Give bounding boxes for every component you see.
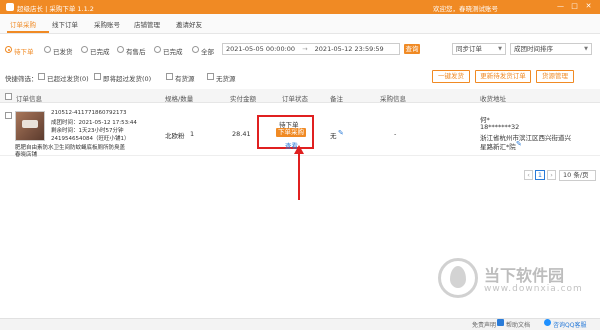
date-separator: → [302, 45, 308, 53]
spec-value: 北欧粉 [165, 132, 185, 140]
prev-page-button[interactable]: ‹ [524, 170, 533, 180]
product-image-detail [22, 120, 38, 128]
tab-order-purchase[interactable]: 订单采购 [10, 19, 36, 29]
user-greeting[interactable]: 欢迎您，春晓测试账号 [433, 3, 498, 13]
chevron-down-icon: ▼ [498, 46, 502, 52]
tab-bar [0, 14, 600, 34]
one-click-ship-button[interactable]: 一键发货 [432, 70, 470, 83]
app-title: 超级店长 | 采购下单 1.1.2 [17, 5, 94, 13]
col-status: 订单状态 [282, 95, 308, 103]
sync-order-select[interactable]: 同步订单 ▼ [452, 43, 506, 55]
watermark-url: www.downxia.com [484, 284, 583, 294]
checkbox-label-near-overdue: 即将超过发货(0) [103, 75, 152, 83]
radio-label-pending: 待下单 [14, 48, 34, 56]
col-order-info: 订单信息 [16, 95, 42, 103]
page-1-button[interactable]: 1 [535, 170, 545, 180]
checkbox-label-has-source: 有货源 [175, 75, 195, 83]
sync-order-label: 同步订单 [456, 45, 482, 53]
date-start: 2021-05-05 00:00:00 [226, 45, 296, 53]
remaining-time: 剩余时间：1天23小时57分钟 [51, 128, 124, 134]
edit-address-icon[interactable]: ✎ [516, 140, 522, 148]
quick-filter-label: 快捷筛选： [5, 75, 38, 83]
tab-offline-orders[interactable]: 线下订单 [52, 19, 78, 29]
close-icon[interactable]: ✕ [584, 2, 593, 11]
checkbox-near-overdue[interactable] [94, 73, 101, 80]
select-all-checkbox[interactable] [5, 93, 12, 100]
radio-shipped[interactable] [44, 46, 51, 53]
next-page-button[interactable]: › [547, 170, 556, 180]
chevron-down-icon: ▼ [584, 46, 588, 52]
watermark-text: 当下软件园 [484, 266, 565, 285]
arrow-shaft [298, 152, 300, 200]
remark-value: 无 [330, 132, 337, 140]
disclaimer-link[interactable]: 免责声明 [472, 320, 496, 329]
checkbox-has-source[interactable] [166, 73, 173, 80]
order-time: 成团时间：2021-05-12 17:53:44 [51, 120, 137, 126]
row-checkbox[interactable] [5, 112, 12, 119]
page-size-label: 10 条/页 [563, 171, 589, 179]
qq-service-link[interactable]: 咨询QQ客服 [553, 320, 586, 329]
edit-pencil-icon[interactable]: ✎ [338, 129, 344, 137]
place-order-button[interactable]: 下单采购 [276, 128, 306, 137]
sort-select[interactable]: 成团时间排序 ▼ [510, 43, 592, 55]
quantity-value: 1 [190, 130, 195, 138]
help-doc-icon [497, 319, 504, 326]
date-range-input[interactable]: 2021-05-05 00:00:00 → 2021-05-12 23:59:5… [222, 43, 400, 55]
help-doc-link[interactable]: 帮助文档 [506, 320, 530, 329]
source-management-button[interactable]: 货源管理 [536, 70, 574, 83]
radio-label-completed: 已完成 [90, 48, 110, 56]
qq-icon [544, 319, 551, 326]
radio-label-all: 全部 [201, 48, 214, 56]
search-button[interactable]: 查询 [404, 44, 420, 54]
order-number: 210512-411771860792173 [51, 110, 127, 116]
radio-pending[interactable] [5, 46, 12, 53]
checkbox-label-overdue: 已超过发货(0) [47, 75, 89, 83]
sort-label: 成团时间排序 [514, 45, 553, 53]
radio-completed[interactable] [81, 46, 88, 53]
radio-finished[interactable] [154, 46, 161, 53]
tab-invite-friends[interactable]: 邀请好友 [176, 19, 202, 29]
date-end: 2021-05-12 23:59:59 [314, 45, 384, 53]
radio-label-finished: 已完成 [163, 48, 183, 56]
update-pending-orders-button[interactable]: 更新待发货订单 [475, 70, 531, 83]
active-tab-indicator [7, 31, 49, 33]
checkbox-label-no-source: 无货源 [216, 75, 236, 83]
watermark-drop-icon [450, 266, 466, 288]
radio-after-sale[interactable] [117, 46, 124, 53]
col-spec-qty: 规格/数量 [165, 95, 194, 103]
col-remark: 备注 [330, 95, 343, 103]
radio-all[interactable] [192, 46, 199, 53]
col-amount: 实付金额 [230, 95, 256, 103]
receiver-phone: 18*******32 [480, 123, 520, 131]
receiver-address-line2: 星路新汇*院 [480, 143, 516, 151]
radio-label-shipped: 已发货 [53, 48, 73, 56]
checkbox-overdue[interactable] [38, 73, 45, 80]
page-size-select[interactable]: 10 条/页 [559, 170, 596, 181]
seller-info: 241954654084（旺旺小铺1） [51, 136, 130, 142]
purchase-info-value: - [394, 130, 397, 138]
amount-value: 28.41 [232, 130, 251, 138]
col-address: 收货地址 [480, 95, 506, 103]
col-purchase-info: 采购信息 [380, 95, 406, 103]
radio-label-after-sale: 有售后 [126, 48, 146, 56]
product-title-line2: 春晓店铺 [15, 152, 38, 158]
tab-shop-management[interactable]: 店铺管理 [134, 19, 160, 29]
app-logo-icon [6, 3, 14, 11]
checkbox-no-source[interactable] [207, 73, 214, 80]
minimize-icon[interactable]: — [556, 2, 565, 11]
tab-purchase-accounts[interactable]: 采购账号 [94, 19, 120, 29]
maximize-icon[interactable]: □ [570, 2, 579, 11]
